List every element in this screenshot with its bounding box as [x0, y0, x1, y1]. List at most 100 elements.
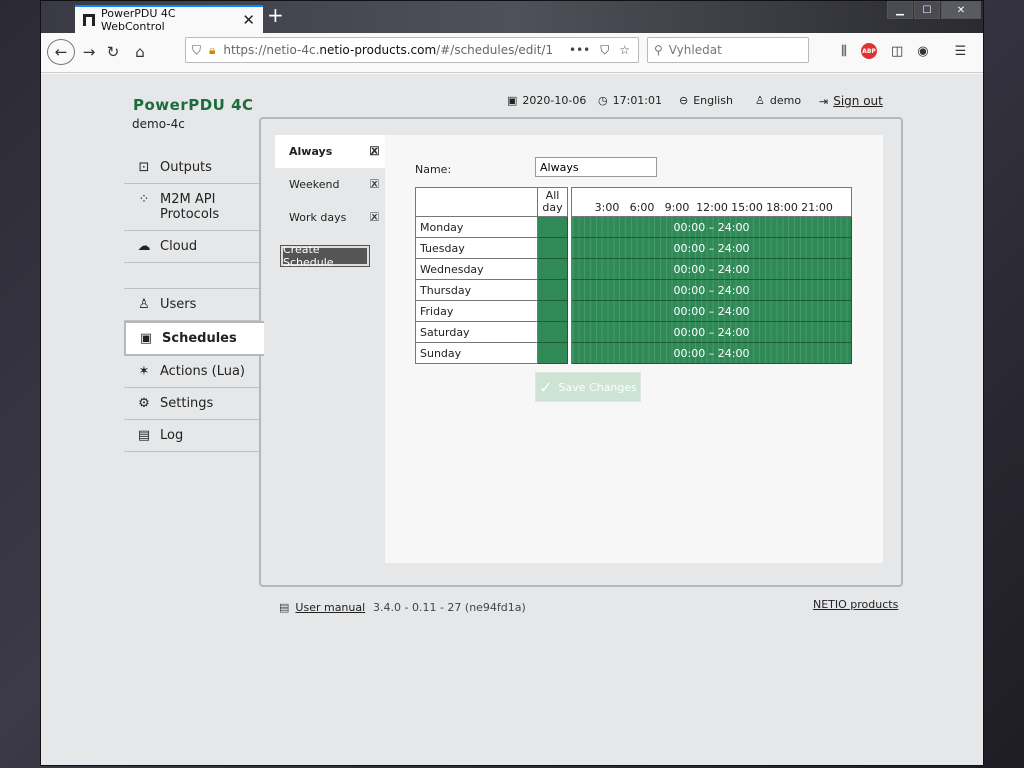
schedule-name: Work days — [289, 211, 347, 224]
sidebar-item-schedules[interactable]: ▣ Schedules — [124, 321, 264, 356]
clock-icon: ◷ — [598, 94, 608, 107]
wand-icon: ✶ — [138, 364, 150, 379]
minimize-icon[interactable]: ▁ — [887, 1, 913, 19]
sidebar-item-label: M2M API — [160, 192, 216, 207]
time-display: ◷ 17:01:01 — [598, 94, 662, 107]
day-label: Friday — [415, 300, 538, 322]
version-text: 3.4.0 - 0.11 - 27 (ne94fd1a) — [373, 601, 526, 614]
allday-toggle[interactable] — [537, 237, 568, 259]
shield-icon[interactable]: ⛉ — [192, 43, 201, 58]
sign-out-link[interactable]: ⇥ Sign out — [819, 94, 883, 108]
delete-schedule-icon[interactable]: 🗷 — [370, 210, 379, 225]
home-icon[interactable]: ⌂ — [129, 39, 151, 65]
schedule-name: Weekend — [289, 178, 340, 191]
title-bar: PowerPDU 4C WebControl ✕ + ▁ ☐ ✕ — [41, 1, 983, 33]
user-icon: ♙ — [755, 94, 765, 107]
time-range-bar[interactable]: 00:00 – 24:00 — [571, 216, 852, 238]
schedule-item-weekend[interactable]: Weekend 🗷 — [275, 168, 385, 201]
schedule-name-input[interactable] — [535, 157, 657, 177]
day-header — [415, 187, 538, 217]
browser-tab[interactable]: PowerPDU 4C WebControl ✕ — [75, 5, 263, 33]
close-tab-icon[interactable]: ✕ — [242, 11, 255, 29]
language-selector[interactable]: ⊖ English — [679, 94, 733, 107]
pocket-icon[interactable]: ⛉ — [600, 43, 609, 58]
search-icon: ⚲ — [654, 43, 663, 57]
bookmark-star-icon[interactable]: ☆ — [619, 43, 630, 58]
user-icon: ♙ — [138, 297, 150, 312]
forward-icon[interactable]: → — [79, 39, 99, 65]
time-range-bar[interactable]: 00:00 – 24:00 — [571, 300, 852, 322]
day-row: Monday 00:00 – 24:00 — [415, 216, 852, 238]
page-actions-icon[interactable]: ••• — [569, 43, 590, 58]
time-range-bar[interactable]: 00:00 – 24:00 — [571, 258, 852, 280]
check-icon: ✓ — [539, 377, 553, 397]
netio-products-label: NETIO products — [813, 598, 899, 611]
time-tick-label: 21:00 — [801, 201, 833, 214]
allday-toggle[interactable] — [537, 321, 568, 343]
schedule-item-always[interactable]: Always 🗷 — [275, 135, 385, 168]
library-icon[interactable]: ⫼ — [841, 44, 847, 59]
time-axis: 3:00 6:00 9:00 12:00 15:00 18:00 21:00 — [571, 187, 852, 217]
schedule-list: Always 🗷 Weekend 🗷 Work days 🗷 Create Sc… — [275, 135, 385, 269]
sidebar-item-outputs[interactable]: ⊡ Outputs — [124, 152, 261, 184]
account-icon[interactable]: ◉ — [917, 44, 928, 59]
time-tick-label: 6:00 — [629, 201, 655, 214]
day-label: Thursday — [415, 279, 538, 301]
time-range-bar[interactable]: 00:00 – 24:00 — [571, 279, 852, 301]
allday-toggle[interactable] — [537, 342, 568, 364]
outputs-icon: ⊡ — [138, 160, 150, 175]
time-tick-label: 12:00 — [696, 201, 728, 214]
delete-schedule-icon[interactable]: 🗷 — [370, 144, 379, 159]
sidebar-item-users[interactable]: ♙ Users — [124, 289, 261, 321]
search-input[interactable]: ⚲ Vyhledat — [647, 37, 809, 63]
back-icon[interactable]: ← — [47, 39, 75, 65]
document-icon: ▤ — [137, 428, 151, 443]
sidebar-item-actions[interactable]: ✶ Actions (Lua) — [124, 356, 261, 388]
maximize-icon[interactable]: ☐ — [914, 1, 940, 19]
allday-toggle[interactable] — [537, 216, 568, 238]
time-range-bar[interactable]: 00:00 – 24:00 — [571, 237, 852, 259]
url-path: /#/schedules/edit/1 — [436, 43, 554, 57]
sidebar-item-log[interactable]: ▤ Log — [124, 420, 261, 452]
sidebar-item-label: Settings — [160, 396, 214, 411]
adblock-icon[interactable]: ABP — [860, 43, 877, 59]
name-label: Name: — [415, 163, 452, 176]
delete-schedule-icon[interactable]: 🗷 — [370, 177, 379, 192]
allday-toggle[interactable] — [537, 279, 568, 301]
user-manual-link[interactable]: ▤ User manual — [279, 601, 365, 614]
day-row: Sunday 00:00 – 24:00 — [415, 342, 852, 364]
reload-icon[interactable]: ↻ — [103, 39, 123, 65]
sidebar-toggle-icon[interactable]: ◫ — [891, 44, 903, 59]
schedules-panel: Always 🗷 Weekend 🗷 Work days 🗷 Create Sc… — [259, 117, 903, 587]
time-range-bar[interactable]: 00:00 – 24:00 — [571, 342, 852, 364]
sidebar-item-m2m[interactable]: ⁘ M2M API Protocols — [124, 184, 261, 231]
day-row: Tuesday 00:00 – 24:00 — [415, 237, 852, 259]
schedule-item-workdays[interactable]: Work days 🗷 — [275, 201, 385, 234]
time-ticks: 3:00 6:00 9:00 12:00 15:00 18:00 21:00 — [572, 201, 851, 214]
netio-products-link[interactable]: NETIO products — [813, 598, 898, 611]
brand-logo: PowerPDU 4C — [133, 96, 254, 114]
allday-toggle[interactable] — [537, 300, 568, 322]
user-manual-label: User manual — [295, 601, 366, 614]
user-display[interactable]: ♙ demo — [755, 94, 801, 107]
calendar-icon: ▣ — [507, 94, 518, 107]
time-range-bar[interactable]: 00:00 – 24:00 — [571, 321, 852, 343]
allday-toggle[interactable] — [537, 258, 568, 280]
sign-out-icon: ⇥ — [819, 94, 829, 108]
new-tab-icon[interactable]: + — [267, 3, 284, 27]
language-value: English — [693, 94, 733, 107]
close-window-icon[interactable]: ✕ — [941, 1, 981, 19]
menu-icon[interactable]: ☰ — [955, 44, 967, 59]
allday-header: All day — [537, 187, 568, 217]
create-schedule-button[interactable]: Create Schedule — [280, 243, 370, 269]
sidebar: ⊡ Outputs ⁘ M2M API Protocols ☁ Cloud ♙ User… — [124, 152, 264, 452]
schedule-name: Always — [289, 145, 333, 158]
sidebar-item-settings[interactable]: ⚙ Settings — [124, 388, 261, 420]
url-bar[interactable]: ⛉ 🔒︎ https://netio-4c. netio-products.com… — [185, 37, 639, 63]
save-changes-button[interactable]: ✓ Save Changes — [535, 372, 641, 402]
lock-warning-icon[interactable]: 🔒︎ — [209, 43, 215, 58]
save-label: Save Changes — [558, 380, 637, 394]
sidebar-item-label: Outputs — [160, 160, 212, 175]
sidebar-item-cloud[interactable]: ☁ Cloud — [124, 231, 261, 263]
day-row: Wednesday 00:00 – 24:00 — [415, 258, 852, 280]
